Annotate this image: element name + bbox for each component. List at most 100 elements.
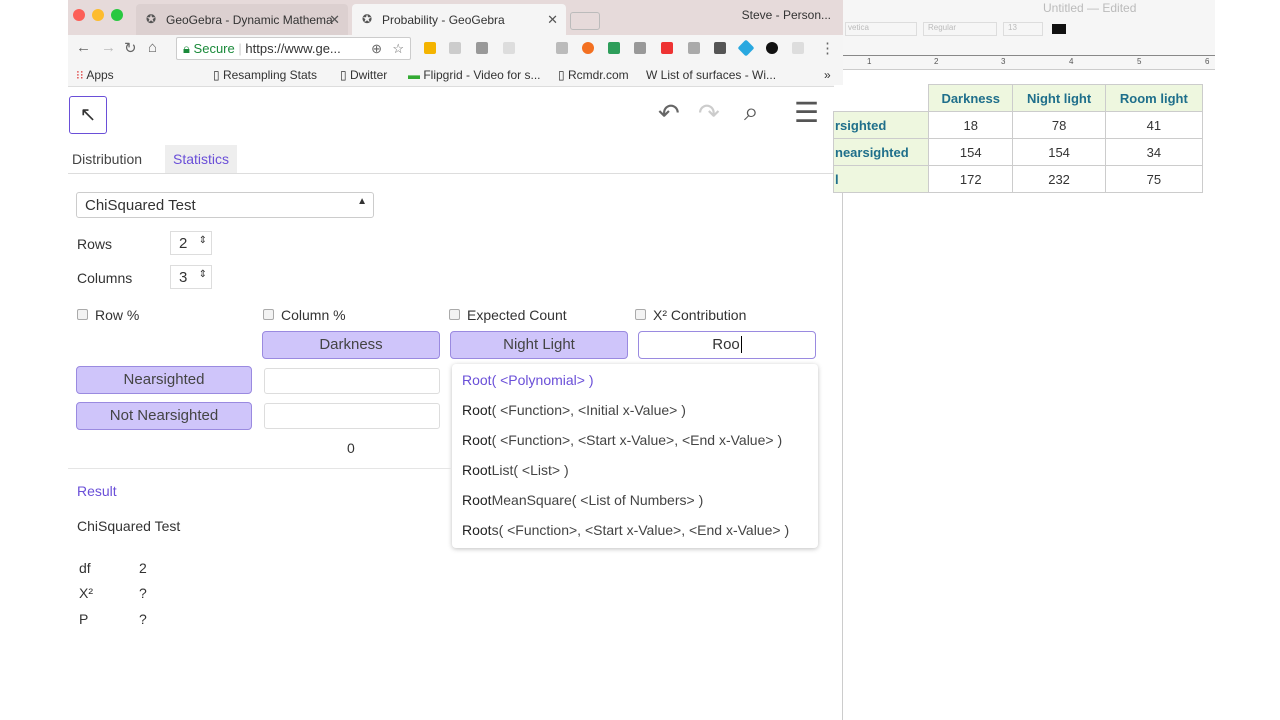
table-row: l 172 232 75 xyxy=(833,165,1204,193)
tab-statistics[interactable]: Statistics xyxy=(165,145,237,173)
redo-icon[interactable]: ↷ xyxy=(698,98,720,129)
zoom-icon[interactable]: ⊕ xyxy=(371,41,382,57)
ruler[interactable] xyxy=(843,55,1215,56)
undo-icon[interactable]: ↶ xyxy=(658,98,680,129)
browser-toolbar: ← → ↻ ⌂ 🔒︎ Secure | https://www.ge... ⊕ … xyxy=(68,35,843,62)
geogebra-icon: ✪ xyxy=(146,12,157,26)
textedit-window: Untitled — Edited vetica Regular 13 1 2 … xyxy=(833,0,1280,720)
bookmark-flipgrid[interactable]: ▬ Flipgrid - Video for s... xyxy=(408,68,541,82)
bookmarks-bar: ⁝⁝ Apps ▯ Resampling Stats ▯ Dwitter ▬ F… xyxy=(68,62,843,87)
browser-tab[interactable]: ✪ GeoGebra - Dynamic Mathema ✕ xyxy=(136,4,348,35)
extension-icon[interactable] xyxy=(476,42,488,54)
column-total: 0 xyxy=(347,440,355,456)
main-menu-icon[interactable]: ☰ xyxy=(794,96,819,129)
test-select[interactable]: ChiSquared Test ▲ xyxy=(76,192,374,218)
suggestion-item[interactable]: Roots( <Function>, <Start x-Value>, <End… xyxy=(462,522,789,538)
close-tab-icon[interactable]: ✕ xyxy=(547,12,558,28)
extension-icon[interactable] xyxy=(582,42,594,54)
row-percent-checkbox[interactable] xyxy=(77,309,88,320)
suggestion-item[interactable]: Root( <Function>, <Start x-Value>, <End … xyxy=(462,432,782,448)
more-bookmarks-button[interactable]: » xyxy=(824,68,831,82)
back-icon[interactable]: ← xyxy=(76,39,91,56)
column-header-darkness[interactable]: Darkness xyxy=(262,331,440,359)
text-color-button[interactable] xyxy=(1052,24,1066,34)
extension-icon[interactable] xyxy=(792,42,804,54)
expected-count-checkbox[interactable] xyxy=(449,309,460,320)
url-text: https://www.ge... xyxy=(245,41,341,56)
close-window-button[interactable] xyxy=(73,9,85,21)
rows-stepper[interactable]: 2 ⇕ xyxy=(170,231,212,255)
table-row: nearsighted 154 154 34 xyxy=(833,138,1204,166)
chi-contribution-checkbox[interactable] xyxy=(635,309,646,320)
column-header-input[interactable]: Roo xyxy=(638,331,816,359)
close-tab-icon[interactable]: ✕ xyxy=(329,12,340,28)
extension-icon[interactable] xyxy=(766,42,778,54)
column-percent-label: Column % xyxy=(281,307,346,323)
column-header: Night light xyxy=(1012,84,1106,112)
extension-icon[interactable] xyxy=(503,42,515,54)
menu-icon[interactable]: ⋮ xyxy=(820,39,835,57)
row-header-nearsighted[interactable]: Nearsighted xyxy=(76,366,252,394)
geogebra-icon: ✪ xyxy=(362,12,373,26)
row-header-not-nearsighted[interactable]: Not Nearsighted xyxy=(76,402,252,430)
browser-window: ✪ GeoGebra - Dynamic Mathema ✕ ✪ Probabi… xyxy=(68,0,843,720)
bookmark-apps[interactable]: ⁝⁝ Apps xyxy=(76,68,114,82)
extension-icon[interactable] xyxy=(737,39,755,57)
geogebra-probability-app: ↖ ↶ ↷ ⌕ ☰ Distribution Statistics ChiSqu… xyxy=(68,88,843,720)
chi-contribution-label: X² Contribution xyxy=(653,307,747,323)
test-select-value: ChiSquared Test xyxy=(85,197,196,214)
row-percent-label: Row % xyxy=(95,307,140,323)
tab-title: GeoGebra - Dynamic Mathema xyxy=(166,13,333,27)
extension-icon[interactable] xyxy=(714,42,726,54)
result-title: ChiSquared Test xyxy=(77,518,181,534)
column-percent-checkbox[interactable] xyxy=(263,309,274,320)
data-table: Darkness Night light Room light rsighted 18… xyxy=(833,84,1204,193)
extension-icon[interactable] xyxy=(556,42,568,54)
expected-count-label: Expected Count xyxy=(467,307,567,323)
home-icon[interactable]: ⌂ xyxy=(148,39,157,56)
extension-icon[interactable] xyxy=(449,42,461,54)
result-value: ? xyxy=(139,585,147,601)
extension-icon[interactable] xyxy=(634,42,646,54)
window-title: Untitled — Edited xyxy=(1043,1,1137,15)
forward-icon[interactable]: → xyxy=(101,39,116,56)
size-select[interactable]: 13 xyxy=(1003,22,1043,36)
bookmark-resampling-stats[interactable]: ▯ Resampling Stats xyxy=(213,68,317,82)
bookmark-list-of-surfaces[interactable]: W List of surfaces - Wi... xyxy=(646,68,776,82)
suggestion-item[interactable]: RootList( <List> ) xyxy=(462,462,569,478)
star-icon[interactable]: ☆ xyxy=(392,41,404,57)
bookmark-rcmdr[interactable]: ▯ Rcmdr.com xyxy=(558,68,629,82)
tab-distribution[interactable]: Distribution xyxy=(68,145,146,173)
result-key: P xyxy=(79,611,89,627)
rows-label: Rows xyxy=(77,236,113,252)
secure-label: Secure xyxy=(193,41,235,56)
search-icon[interactable]: ⌕ xyxy=(744,96,759,128)
extension-icon[interactable] xyxy=(424,42,436,54)
font-select[interactable]: vetica xyxy=(845,22,917,36)
table-cell-input[interactable] xyxy=(264,403,440,429)
reload-icon[interactable]: ↻ xyxy=(124,39,137,57)
profile-button[interactable]: Steve - Person... xyxy=(742,8,831,22)
suggestion-item[interactable]: Root( <Polynomial> ) xyxy=(462,372,594,388)
result-value: 2 xyxy=(139,560,147,576)
minimize-window-button[interactable] xyxy=(92,9,104,21)
address-bar[interactable]: 🔒︎ Secure | https://www.ge... ⊕ ☆ xyxy=(176,37,411,60)
browser-tab-active[interactable]: ✪ Probability - GeoGebra ✕ xyxy=(352,4,566,35)
zoom-window-button[interactable] xyxy=(111,9,123,21)
bookmark-dwitter[interactable]: ▯ Dwitter xyxy=(340,68,387,82)
stepper-icon: ⇕ xyxy=(198,269,207,280)
move-tool-button[interactable]: ↖ xyxy=(69,96,107,134)
style-select[interactable]: Regular xyxy=(923,22,997,36)
extension-icon[interactable] xyxy=(688,42,700,54)
result-key: X² xyxy=(79,585,93,601)
extension-icon[interactable] xyxy=(661,42,673,54)
new-tab-button[interactable] xyxy=(570,12,600,30)
column-header-night-light[interactable]: Night Light xyxy=(450,331,628,359)
suggestion-item[interactable]: Root( <Function>, <Initial x-Value> ) xyxy=(462,402,686,418)
suggestion-item[interactable]: RootMeanSquare( <List of Numbers> ) xyxy=(462,492,703,508)
apps-icon: ⁝⁝ xyxy=(76,68,84,82)
extension-icon[interactable] xyxy=(608,42,620,54)
columns-label: Columns xyxy=(77,270,133,286)
table-cell-input[interactable] xyxy=(264,368,440,394)
columns-stepper[interactable]: 3 ⇕ xyxy=(170,265,212,289)
